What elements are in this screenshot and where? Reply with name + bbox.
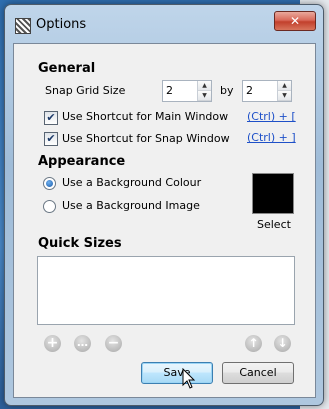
select-colour-label[interactable]: Select: [257, 218, 291, 231]
increment-x-icon[interactable]: ▲: [198, 81, 211, 91]
close-icon: ✕: [289, 14, 301, 28]
plus-icon: +: [46, 335, 59, 351]
shortcut-main-checkbox[interactable]: ✔: [44, 111, 58, 125]
ellipsis-icon: …: [77, 336, 88, 349]
decrement-y-icon[interactable]: ▼: [278, 91, 291, 101]
by-label: by: [220, 84, 234, 97]
snap-grid-label: Snap Grid Size: [45, 84, 126, 97]
background-colour-swatch[interactable]: [252, 173, 294, 214]
move-up-button[interactable]: ↑: [245, 335, 262, 352]
general-heading: General: [38, 61, 96, 76]
snap-grid-x-value: 2: [166, 84, 173, 97]
cancel-button[interactable]: Cancel: [222, 362, 294, 384]
background-colour-label: Use a Background Colour: [62, 176, 202, 189]
shortcut-main-link[interactable]: (Ctrl) + [: [247, 110, 296, 123]
snap-grid-x-stepper[interactable]: 2 ▲ ▼: [162, 80, 212, 102]
background-colour-radio[interactable]: [43, 177, 56, 190]
add-size-button[interactable]: +: [44, 335, 61, 352]
more-options-button[interactable]: …: [74, 335, 91, 352]
quick-sizes-list[interactable]: [37, 256, 295, 325]
minus-icon: −: [107, 335, 120, 351]
shortcut-snap-label: Use Shortcut for Snap Window: [62, 132, 230, 145]
mouse-cursor-icon: [182, 368, 196, 389]
arrow-up-icon: ↑: [248, 336, 259, 350]
background-image-radio[interactable]: [43, 200, 56, 213]
increment-y-icon[interactable]: ▲: [278, 81, 291, 91]
title-bar[interactable]: Options ✕: [5, 5, 323, 43]
snap-grid-y-stepper[interactable]: 2 ▲ ▼: [242, 80, 292, 102]
arrow-down-icon: ↓: [277, 336, 288, 350]
app-icon: [15, 18, 31, 34]
move-down-button[interactable]: ↓: [274, 335, 291, 352]
close-button[interactable]: ✕: [274, 11, 316, 31]
remove-size-button[interactable]: −: [105, 335, 122, 352]
check-icon: ✔: [46, 132, 56, 145]
window-title: Options: [36, 17, 87, 32]
save-button[interactable]: Save: [141, 362, 213, 384]
shortcut-snap-checkbox[interactable]: ✔: [44, 132, 58, 146]
check-icon: ✔: [46, 111, 56, 124]
decrement-x-icon[interactable]: ▼: [198, 91, 211, 101]
background-image-label: Use a Background Image: [62, 199, 200, 212]
quick-sizes-heading: Quick Sizes: [38, 236, 122, 251]
shortcut-snap-link[interactable]: (Ctrl) + ]: [247, 131, 296, 144]
shortcut-main-label: Use Shortcut for Main Window: [62, 110, 229, 123]
options-window: Options ✕ General Snap Grid Size 2 ▲ ▼ b…: [4, 4, 324, 406]
appearance-heading: Appearance: [38, 154, 126, 169]
snap-grid-y-value: 2: [246, 84, 253, 97]
dialog-body: General Snap Grid Size 2 ▲ ▼ by 2 ▲ ▼ ✔ …: [13, 43, 316, 398]
